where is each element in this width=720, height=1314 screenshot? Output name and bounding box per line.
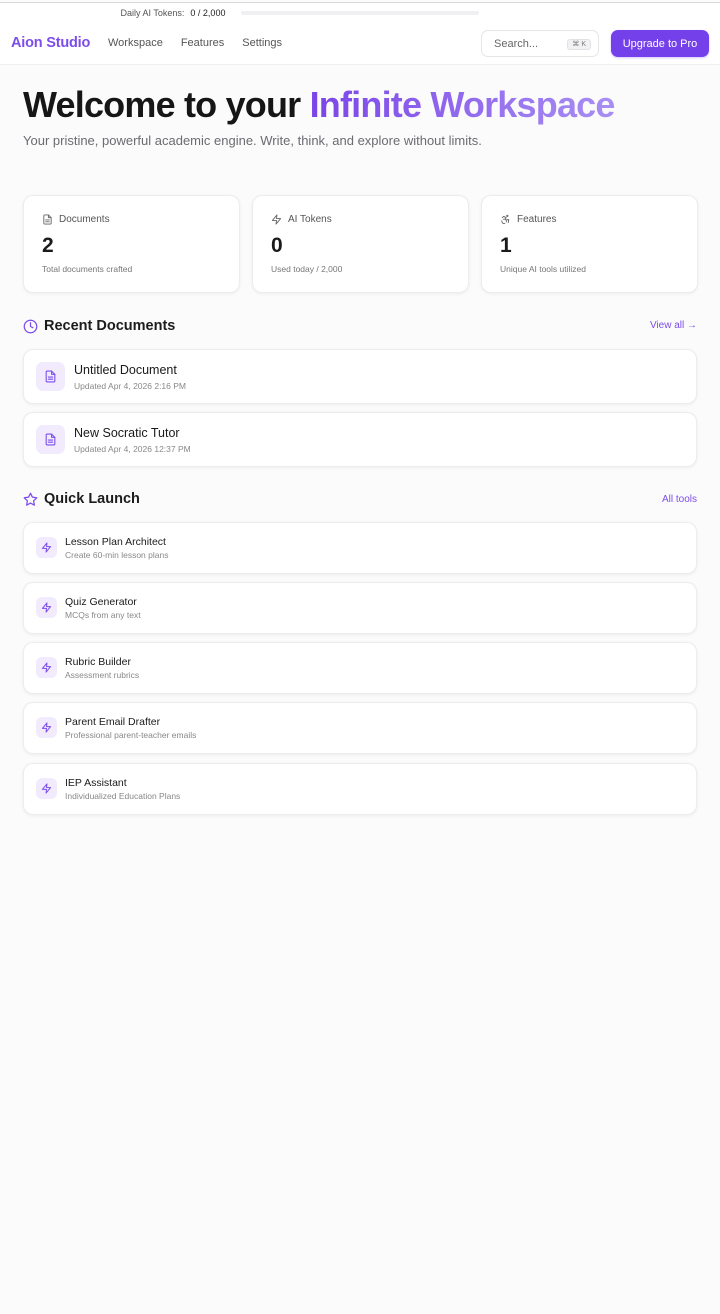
stat-head: AI Tokens xyxy=(271,214,332,225)
tool-desc: MCQs from any text xyxy=(65,610,141,620)
stat-value: 0 xyxy=(271,234,283,257)
tool-card-iep-assistant[interactable]: IEP Assistant Individualized Education P… xyxy=(23,763,697,815)
stat-label: AI Tokens xyxy=(288,214,332,225)
tool-desc: Assessment rubrics xyxy=(65,670,140,680)
tool-name: Quiz Generator xyxy=(65,596,137,608)
stat-value: 2 xyxy=(42,234,54,257)
recent-documents-heading: Recent Documents xyxy=(23,318,175,334)
all-tools-link[interactable]: All tools xyxy=(662,494,697,505)
clock-icon xyxy=(23,319,38,333)
doc-icon-box xyxy=(36,362,65,391)
tool-desc: Professional parent-teacher emails xyxy=(65,730,197,740)
view-all-link[interactable]: View all → xyxy=(650,320,697,331)
document-name: New Socratic Tutor xyxy=(74,426,180,440)
tool-icon-box xyxy=(36,717,57,738)
section-title-text: Quick Launch xyxy=(44,491,140,507)
daily-token-bar: Daily AI Tokens: 0 / 2,000 xyxy=(0,3,720,23)
token-value: 0 / 2,000 xyxy=(190,8,226,18)
tool-name: IEP Assistant xyxy=(65,777,127,789)
lightning-icon xyxy=(41,542,52,553)
document-updated: Updated Apr 4, 2026 12:37 PM xyxy=(74,444,191,454)
tool-name: Rubric Builder xyxy=(65,656,131,668)
title-accent: Infinite Workspace xyxy=(309,84,616,125)
accessibility-icon xyxy=(501,214,510,224)
upgrade-button[interactable]: Upgrade to Pro xyxy=(611,30,709,57)
tool-card-rubric-builder[interactable]: Rubric Builder Assessment rubrics xyxy=(23,642,697,694)
nav-workspace[interactable]: Workspace xyxy=(108,37,163,49)
token-label: Daily AI Tokens: xyxy=(120,8,185,18)
document-icon xyxy=(45,370,56,383)
stat-desc: Used today / 2,000 xyxy=(271,264,343,274)
document-card[interactable]: New Socratic Tutor Updated Apr 4, 2026 1… xyxy=(23,412,697,467)
doc-icon-box xyxy=(36,425,65,454)
nav-features[interactable]: Features xyxy=(181,37,224,49)
document-icon xyxy=(43,214,52,225)
tool-card-parent-email[interactable]: Parent Email Drafter Professional parent… xyxy=(23,702,697,754)
nav-settings[interactable]: Settings xyxy=(242,37,282,49)
token-progress-track xyxy=(241,11,480,15)
tool-desc: Create 60-min lesson plans xyxy=(65,550,169,560)
title-prefix: Welcome to your xyxy=(23,84,310,125)
main-nav: Workspace Features Settings xyxy=(108,37,282,49)
stat-card-features: Features 1 Unique AI tools utilized xyxy=(481,195,698,293)
stat-head: Documents xyxy=(42,214,110,225)
lightning-icon xyxy=(271,214,282,225)
stat-value: 1 xyxy=(500,234,512,257)
stat-label: Documents xyxy=(59,214,110,225)
stat-desc: Total documents crafted xyxy=(42,264,133,274)
page-subtitle: Your pristine, powerful academic engine.… xyxy=(23,133,482,148)
stat-desc: Unique AI tools utilized xyxy=(500,264,586,274)
tool-card-quiz-generator[interactable]: Quiz Generator MCQs from any text xyxy=(23,582,697,634)
search-placeholder: Search... xyxy=(494,37,539,50)
stat-label: Features xyxy=(517,214,557,225)
brand-logo[interactable]: Aion Studio xyxy=(11,35,90,51)
tool-icon-box xyxy=(36,597,57,618)
lightning-icon xyxy=(41,722,52,733)
tool-name: Parent Email Drafter xyxy=(65,716,161,728)
tool-icon-box xyxy=(36,537,57,558)
lightning-icon xyxy=(41,662,52,673)
star-icon xyxy=(23,492,38,506)
document-name: Untitled Document xyxy=(74,363,177,377)
document-updated: Updated Apr 4, 2026 2:16 PM xyxy=(74,381,186,391)
stat-card-ai-tokens: AI Tokens 0 Used today / 2,000 xyxy=(252,195,469,293)
document-icon xyxy=(45,433,56,446)
tool-desc: Individualized Education Plans xyxy=(65,791,181,801)
search-input[interactable]: Search... ⌘ K xyxy=(481,30,599,57)
tool-name: Lesson Plan Architect xyxy=(65,536,166,548)
tool-card-lesson-plan[interactable]: Lesson Plan Architect Create 60-min less… xyxy=(23,522,697,574)
stat-head: Features xyxy=(500,214,556,225)
search-shortcut-badge: ⌘ K xyxy=(567,39,591,50)
lightning-icon xyxy=(41,783,52,794)
top-nav: Aion Studio Workspace Features Settings … xyxy=(0,23,720,65)
stat-card-documents: Documents 2 Total documents crafted xyxy=(23,195,240,293)
lightning-icon xyxy=(41,602,52,613)
tool-icon-box xyxy=(36,657,57,678)
quick-launch-heading: Quick Launch xyxy=(23,491,140,507)
page-title: Welcome to your Infinite Workspace xyxy=(23,84,615,126)
section-title-text: Recent Documents xyxy=(44,318,176,334)
tool-icon-box xyxy=(36,778,57,799)
document-card[interactable]: Untitled Document Updated Apr 4, 2026 2:… xyxy=(23,349,697,404)
